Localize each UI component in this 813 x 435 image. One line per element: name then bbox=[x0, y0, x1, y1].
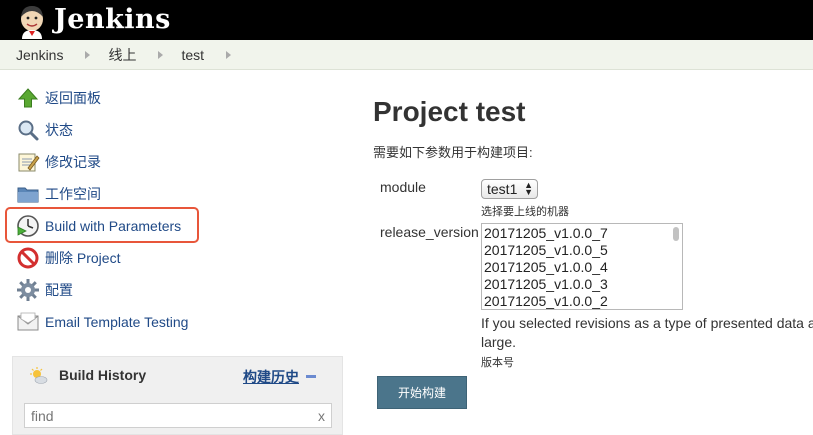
build-history-search-input[interactable] bbox=[24, 403, 332, 428]
help-line: large. bbox=[481, 334, 517, 350]
task-configure[interactable]: 配置 bbox=[16, 276, 73, 304]
build-history-panel: Build History 构建历史 x bbox=[12, 356, 343, 435]
task-label: 返回面板 bbox=[45, 90, 101, 106]
list-item[interactable]: 20171205_v1.0.0_2 bbox=[484, 293, 608, 309]
listbox-scrollbar[interactable] bbox=[673, 227, 679, 241]
task-label: 删除 Project bbox=[45, 250, 121, 266]
weather-sun-cloud-icon bbox=[30, 367, 48, 384]
task-label: 配置 bbox=[45, 282, 73, 298]
collapse-icon[interactable] bbox=[306, 375, 316, 378]
envelope-icon bbox=[17, 312, 39, 331]
breadcrumb-separator-icon[interactable] bbox=[158, 50, 164, 59]
module-select[interactable]: test1 ▲ ▼ bbox=[481, 179, 538, 199]
module-hint: 选择要上线的机器 bbox=[481, 206, 569, 218]
folder-icon bbox=[17, 187, 39, 203]
jenkins-butler-logo-icon[interactable] bbox=[14, 3, 50, 39]
breadcrumb-folder[interactable]: 线上 bbox=[108, 45, 136, 65]
gear-icon bbox=[17, 279, 39, 301]
module-select-value: test1 bbox=[487, 181, 518, 197]
clear-search-icon[interactable]: x bbox=[318, 408, 325, 424]
build-button[interactable]: 开始构建 bbox=[377, 376, 467, 409]
task-back-to-dashboard[interactable]: 返回面板 bbox=[16, 84, 101, 112]
task-label: Email Template Testing bbox=[45, 314, 189, 330]
build-history-title: Build History bbox=[59, 367, 147, 383]
task-status[interactable]: 状态 bbox=[16, 116, 73, 144]
brand-title[interactable]: Jenkins bbox=[54, 4, 171, 35]
task-label: 工作空间 bbox=[45, 186, 101, 202]
param-label-release-version: release_version bbox=[380, 224, 479, 240]
breadcrumb-separator-icon[interactable] bbox=[226, 50, 232, 59]
release-version-help: If you selected revisions as a type of p… bbox=[481, 314, 813, 354]
breadcrumb-jenkins[interactable]: Jenkins bbox=[16, 47, 63, 63]
build-history-trend-link[interactable]: 构建历史 bbox=[243, 367, 299, 387]
no-entry-icon bbox=[17, 247, 39, 269]
release-version-listbox[interactable]: 20171205_v1.0.0_7 20171205_v1.0.0_5 2017… bbox=[481, 223, 683, 310]
task-label: 状态 bbox=[45, 122, 73, 138]
notepad-icon bbox=[18, 153, 40, 172]
magnifier-icon bbox=[18, 120, 39, 141]
task-workspace[interactable]: 工作空间 bbox=[16, 180, 101, 208]
page-title: Project test bbox=[373, 96, 526, 127]
up-arrow-icon bbox=[17, 88, 39, 108]
task-email-template-testing[interactable]: Email Template Testing bbox=[16, 308, 188, 336]
task-changes[interactable]: 修改记录 bbox=[16, 148, 101, 176]
task-label: 修改记录 bbox=[45, 154, 101, 170]
highlight-box bbox=[5, 207, 199, 243]
header-bar: Jenkins bbox=[0, 0, 813, 40]
release-version-hint: 版本号 bbox=[481, 357, 514, 369]
task-delete-project[interactable]: 删除 Project bbox=[16, 244, 120, 272]
param-label-module: module bbox=[380, 179, 426, 195]
list-item[interactable]: 20171205_v1.0.0_5 bbox=[484, 242, 608, 259]
select-arrows-icon: ▲ ▼ bbox=[524, 180, 533, 197]
breadcrumb: Jenkins 线上 test bbox=[0, 40, 813, 70]
list-item[interactable]: 20171205_v1.0.0_4 bbox=[484, 259, 608, 276]
page-description: 需要如下参数用于构建项目: bbox=[373, 145, 533, 160]
breadcrumb-project[interactable]: test bbox=[181, 47, 204, 63]
list-item[interactable]: 20171205_v1.0.0_3 bbox=[484, 276, 608, 293]
list-item[interactable]: 20171205_v1.0.0_7 bbox=[484, 225, 608, 242]
help-line: If you selected revisions as a type of p… bbox=[481, 315, 813, 331]
breadcrumb-separator-icon[interactable] bbox=[85, 50, 91, 59]
